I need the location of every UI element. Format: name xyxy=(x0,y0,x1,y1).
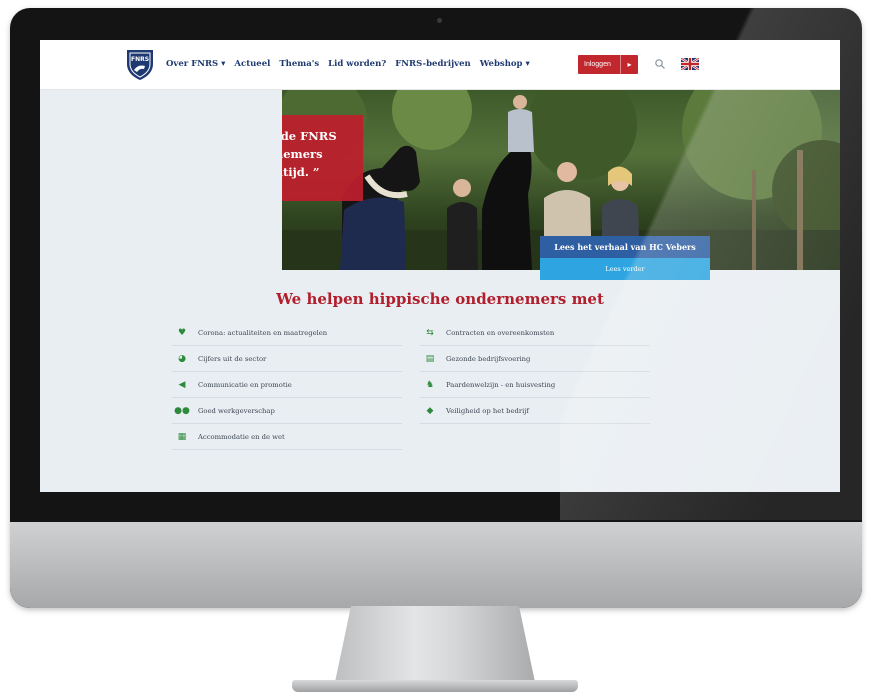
help-item-veiligheid[interactable]: ◆ Veiligheid op het bedrijf xyxy=(420,398,650,424)
fnrs-logo[interactable]: FNRS xyxy=(125,48,155,81)
help-item-accommodatie[interactable]: ▦ Accommodatie en de wet xyxy=(172,424,402,450)
help-item-communicatie[interactable]: ◀ Communicatie en promotie xyxy=(172,372,402,398)
building-icon: ▦ xyxy=(177,431,187,442)
pie-chart-icon: ◕ xyxy=(178,353,186,364)
monitor-stand xyxy=(335,606,535,682)
help-item-label: Veiligheid op het bedrijf xyxy=(446,406,529,415)
lock-icon: ▸ xyxy=(620,55,638,74)
help-item-cijfers[interactable]: ◕ Cijfers uit de sector xyxy=(172,346,402,372)
help-item-label: Cijfers uit de sector xyxy=(198,354,267,363)
nav-item-lid-worden[interactable]: Lid worden? xyxy=(328,59,386,69)
read-more-button[interactable]: Lees verder xyxy=(540,258,710,280)
search-icon[interactable] xyxy=(654,58,666,70)
webcam xyxy=(437,18,442,23)
help-item-label: Communicatie en promotie xyxy=(198,380,292,389)
website-screen: FNRS Over FNRS ▾ Actueel Thema's Lid wor… xyxy=(40,40,840,492)
logo-text: FNRS xyxy=(131,56,149,63)
nav-item-over-fnrs[interactable]: Over FNRS ▾ xyxy=(166,59,225,69)
help-item-label: Contracten en overeenkomsten xyxy=(446,328,555,337)
document-icon: ▤ xyxy=(425,353,435,364)
login-label: Inloggen xyxy=(584,61,611,68)
help-item-label: Accommodatie en de wet xyxy=(198,432,285,441)
help-item-label: Gezonde bedrijfsvoering xyxy=(446,354,531,363)
nav-item-themas[interactable]: Thema's xyxy=(279,59,319,69)
shield-icon: ◆ xyxy=(426,405,434,416)
help-list-right: ⇆ Contracten en overeenkomsten ▤ Gezonde… xyxy=(420,320,650,424)
help-item-bedrijfsvoering[interactable]: ▤ Gezonde bedrijfsvoering xyxy=(420,346,650,372)
help-item-corona[interactable]: ♥ Corona: actualiteiten en maatregelen xyxy=(172,320,402,346)
people-icon: ●● xyxy=(174,405,190,416)
monitor-chin xyxy=(10,522,862,608)
help-item-werkgeverschap[interactable]: ●● Goed werkgeverschap xyxy=(172,398,402,424)
help-item-label: Corona: actualiteiten en maatregelen xyxy=(198,328,328,337)
megaphone-icon: ◀ xyxy=(178,379,186,390)
help-item-label: Paardenwelzijn - en huisvesting xyxy=(446,380,556,389)
monitor-stand-base xyxy=(292,680,578,692)
uk-flag-icon[interactable] xyxy=(681,58,699,70)
heart-icon: ♥ xyxy=(177,327,187,338)
testimonial-quote: “ We zijn blij met wat de FNRS voor hipp… xyxy=(282,115,363,201)
horse-icon: ♞ xyxy=(425,379,435,390)
read-story-button[interactable]: Lees het verhaal van HC Vebers xyxy=(540,236,710,258)
help-section-title: We helpen hippische ondernemers met xyxy=(276,290,604,308)
help-item-paardenwelzijn[interactable]: ♞ Paardenwelzijn - en huisvesting xyxy=(420,372,650,398)
site-header: FNRS Over FNRS ▾ Actueel Thema's Lid wor… xyxy=(40,40,840,90)
nav-item-fnrs-bedrijven[interactable]: FNRS-bedrijven xyxy=(395,59,470,69)
login-button[interactable]: Inloggen ▸ xyxy=(578,55,638,74)
help-list-left: ♥ Corona: actualiteiten en maatregelen ◕… xyxy=(172,320,402,450)
help-item-label: Goed werkgeverschap xyxy=(198,406,275,415)
nav-item-actueel[interactable]: Actueel xyxy=(234,59,270,69)
nav-item-webshop[interactable]: Webshop ▾ xyxy=(480,59,530,69)
help-item-contracten[interactable]: ⇆ Contracten en overeenkomsten xyxy=(420,320,650,346)
main-nav: Over FNRS ▾ Actueel Thema's Lid worden? … xyxy=(166,59,530,69)
handshake-icon: ⇆ xyxy=(426,327,434,338)
